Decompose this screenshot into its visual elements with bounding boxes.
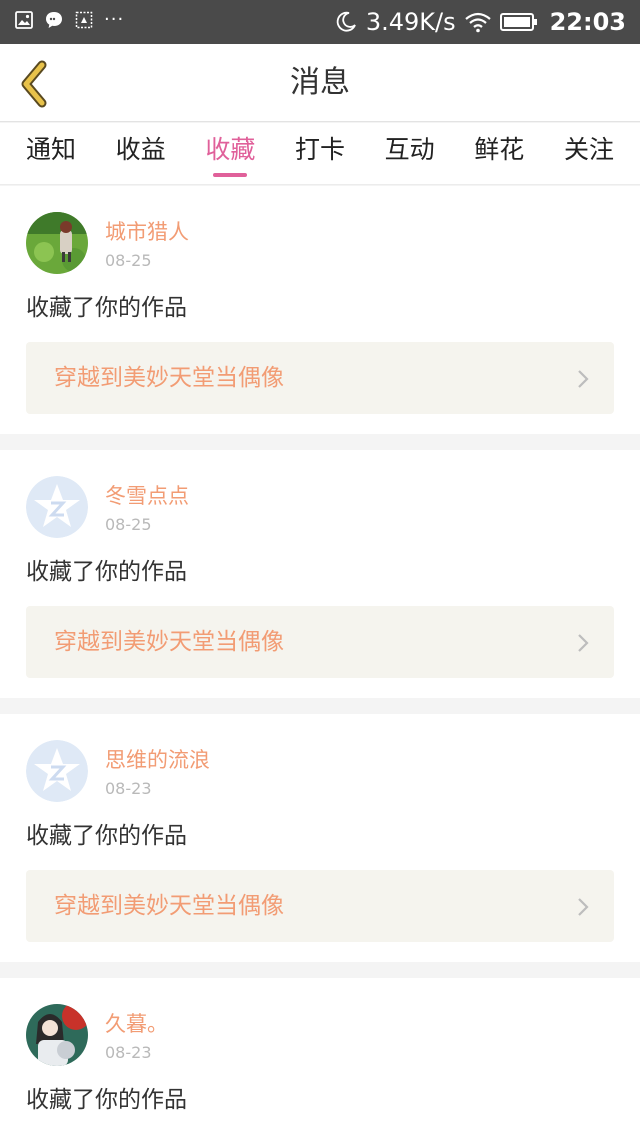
tab-interactions[interactable]: 互动 [385, 123, 435, 185]
tab-checkin[interactable]: 打卡 [295, 123, 345, 185]
tab-label: 互动 [384, 135, 435, 164]
chevron-right-icon [578, 634, 589, 652]
chevron-right-icon [578, 898, 589, 916]
wifi-icon [464, 12, 491, 33]
active-tab-indicator [213, 173, 248, 177]
message-date: 08-23 [105, 779, 152, 798]
page-title: 消息 [290, 65, 350, 100]
tab-favorites[interactable]: 收藏 [205, 123, 255, 185]
status-bar-right: 3.49K/s 22:03 [334, 7, 626, 37]
user-avatar[interactable] [26, 740, 88, 802]
work-link[interactable]: 穿越到美妙天堂当偶像 [26, 342, 614, 414]
message-date: 08-23 [105, 1043, 152, 1062]
message-card: 冬雪点点 08-25 收藏了你的作品 穿越到美妙天堂当偶像 [0, 450, 640, 698]
tab-label: 鲜花 [474, 135, 525, 164]
work-title: 穿越到美妙天堂当偶像 [54, 365, 284, 391]
image-icon [15, 11, 33, 29]
user-avatar[interactable] [26, 1004, 88, 1066]
chevron-right-icon [578, 370, 589, 388]
tab-earnings[interactable]: 收益 [116, 123, 166, 185]
tab-label: 收藏 [205, 135, 256, 164]
tab-label: 打卡 [294, 135, 345, 164]
tab-label: 通知 [26, 135, 77, 164]
username[interactable]: 思维的流浪 [105, 746, 210, 774]
work-link[interactable]: 穿越到美妙天堂当偶像 [26, 870, 614, 942]
screenshot-icon [75, 11, 93, 29]
clock: 22:03 [549, 8, 626, 36]
work-link[interactable]: 穿越到美妙天堂当偶像 [26, 606, 614, 678]
username[interactable]: 城市猎人 [105, 218, 189, 246]
tab-notifications[interactable]: 通知 [26, 123, 76, 185]
message-card: 思维的流浪 08-23 收藏了你的作品 穿越到美妙天堂当偶像 [0, 714, 640, 962]
work-title: 穿越到美妙天堂当偶像 [54, 629, 284, 655]
app-header: 消息 [0, 44, 640, 122]
message-card: 久暮。 08-23 收藏了你的作品 [0, 978, 640, 1138]
chat-bubble-icon [46, 12, 62, 28]
action-text: 收藏了你的作品 [26, 295, 187, 321]
action-text: 收藏了你的作品 [26, 559, 187, 585]
status-bar: ··· 3.49K/s 22:03 [0, 0, 640, 44]
action-text: 收藏了你的作品 [26, 823, 187, 849]
tab-label: 收益 [115, 135, 166, 164]
message-date: 08-25 [105, 515, 152, 534]
user-avatar[interactable] [26, 212, 88, 274]
user-avatar[interactable] [26, 476, 88, 538]
tab-flowers[interactable]: 鲜花 [474, 123, 524, 185]
more-notifications-icon: ··· [104, 9, 125, 30]
work-title: 穿越到美妙天堂当偶像 [54, 893, 284, 919]
moon-icon [336, 11, 356, 32]
tab-label: 关注 [563, 135, 614, 164]
battery-icon [499, 13, 537, 31]
network-speed: 3.49K/s [365, 8, 456, 36]
status-bar-left: ··· [14, 10, 124, 30]
username[interactable]: 冬雪点点 [105, 482, 189, 510]
message-date: 08-25 [105, 251, 152, 270]
tab-bar: 通知 收益 收藏 打卡 互动 鲜花 关注 [0, 123, 640, 185]
message-card: 城市猎人 08-25 收藏了你的作品 穿越到美妙天堂当偶像 [0, 186, 640, 434]
action-text: 收藏了你的作品 [26, 1087, 187, 1113]
username[interactable]: 久暮。 [105, 1010, 168, 1038]
tab-following[interactable]: 关注 [564, 123, 614, 185]
